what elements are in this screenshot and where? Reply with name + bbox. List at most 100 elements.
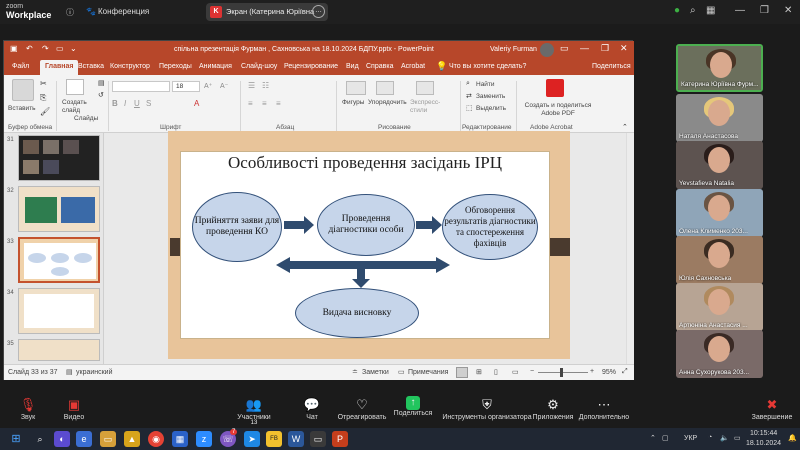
store-icon[interactable]: ▦	[172, 431, 188, 447]
font-family-select[interactable]	[112, 81, 170, 92]
participant-tile[interactable]: Олена Клименко 203...	[676, 189, 763, 237]
tab-review[interactable]: Рецензирование	[284, 63, 338, 70]
notes-button[interactable]: Заметки	[362, 369, 389, 376]
shapes-button[interactable]: Фигуры	[342, 99, 364, 106]
bullets-icon[interactable]: ☰	[248, 81, 255, 90]
zoom-out-icon[interactable]: −	[530, 368, 534, 375]
tab-help[interactable]: Справка	[366, 63, 393, 70]
save-icon[interactable]: ▣	[10, 44, 18, 53]
paste-icon[interactable]	[12, 79, 34, 101]
slide-thumbnail-34[interactable]	[18, 288, 100, 334]
slideshow-icon[interactable]: ▭	[56, 44, 64, 53]
tell-me-search[interactable]: Что вы хотите сделать?	[449, 63, 526, 70]
select-button[interactable]: Выделить	[476, 105, 506, 112]
reset-icon[interactable]: ↺	[98, 91, 104, 99]
share-button[interactable]: Поделиться	[592, 63, 631, 70]
bold-icon[interactable]: B	[112, 99, 118, 108]
grid-icon[interactable]: ▦	[706, 5, 715, 16]
tray-chevron-icon[interactable]: ⌃	[650, 434, 656, 442]
app-icon[interactable]: FB	[266, 431, 282, 447]
copilot-icon[interactable]: ◐	[54, 431, 70, 447]
arrange-button[interactable]: Упорядочить	[368, 99, 407, 106]
strike-icon[interactable]: S	[146, 99, 151, 108]
notifications-icon[interactable]: 🔔	[788, 434, 797, 442]
align-center-icon[interactable]: ≡	[262, 99, 267, 108]
slide-sorter-icon[interactable]: ⊞	[476, 368, 482, 376]
tab-insert[interactable]: Вставка	[78, 63, 104, 70]
more-button[interactable]: ⋯ Дополнительно	[564, 396, 644, 421]
zoom-in-icon[interactable]: +	[590, 368, 594, 375]
participant-tile[interactable]: Наталя Анастасова	[676, 94, 763, 142]
screen-share-indicator[interactable]: K Экран (Катерина Юріївна Фурк …	[206, 3, 328, 21]
volume-icon[interactable]: 🔈	[720, 434, 729, 442]
italic-icon[interactable]: I	[124, 99, 126, 108]
clock-time[interactable]: 10:15:44	[750, 430, 777, 437]
find-button[interactable]: Найти	[476, 81, 495, 88]
vertical-scrollbar[interactable]	[626, 133, 634, 364]
reading-view-icon[interactable]: ▯	[494, 368, 498, 376]
align-right-icon[interactable]: ≡	[276, 99, 281, 108]
redo-icon[interactable]: ↷	[42, 44, 49, 53]
quick-styles-button[interactable]: Экспресс-стили	[410, 99, 444, 115]
zoom-app-icon[interactable]: z	[196, 431, 212, 447]
notes-icon[interactable]: ≐	[352, 368, 358, 376]
powerpoint-icon[interactable]: P	[332, 431, 348, 447]
tab-view[interactable]: Вид	[346, 63, 359, 70]
file-explorer-icon[interactable]: ▭	[100, 431, 116, 447]
new-slide-icon[interactable]	[66, 79, 84, 95]
quick-styles-icon[interactable]	[416, 81, 434, 95]
language-indicator[interactable]: украинский	[76, 369, 113, 376]
collapse-ribbon-icon[interactable]: ⌃	[622, 123, 628, 131]
new-slide-button[interactable]: Создать слайд	[62, 99, 92, 115]
shrink-font-icon[interactable]: A⁻	[220, 82, 228, 90]
user-avatar[interactable]	[540, 43, 554, 57]
cut-icon[interactable]: ✂	[40, 79, 47, 88]
proofing-icon[interactable]: ▤	[66, 368, 73, 376]
close-icon[interactable]: ✕	[620, 43, 628, 54]
tab-home[interactable]: Главная	[40, 60, 79, 75]
format-painter-icon[interactable]: 🖌	[40, 107, 50, 116]
windows-start-icon[interactable]: ⊞	[8, 431, 24, 447]
underline-icon[interactable]: U	[134, 99, 140, 108]
participant-tile[interactable]: Катерина Юріївна Фурм...	[676, 44, 763, 92]
minimize-icon[interactable]: —	[580, 43, 589, 53]
comments-button[interactable]: Примечания	[408, 369, 448, 376]
tab-acrobat[interactable]: Acrobat	[401, 63, 425, 70]
copy-icon[interactable]: ⎘	[40, 93, 46, 103]
word-icon[interactable]: W	[288, 431, 304, 447]
user-name[interactable]: Valeriy Furman	[490, 46, 537, 53]
create-pdf-button[interactable]: Создать и поделиться Adobe PDF	[520, 102, 596, 118]
arrange-icon[interactable]	[376, 81, 394, 95]
conference-label[interactable]: Конференция	[98, 7, 149, 16]
slides-button[interactable]: Слайды	[74, 115, 98, 122]
slide-thumbnail-33[interactable]	[18, 237, 100, 283]
battery-icon[interactable]: ▭	[734, 434, 741, 442]
more-icon[interactable]: …	[312, 5, 325, 18]
minimize-icon[interactable]: —	[735, 5, 745, 16]
qat-dropdown-icon[interactable]: ⌄	[70, 44, 77, 53]
wifi-icon[interactable]: ◔	[708, 434, 712, 441]
paste-button[interactable]: Вставить	[8, 105, 36, 112]
tab-design[interactable]: Конструктор	[110, 63, 150, 70]
acrobat-pdf-icon[interactable]	[546, 79, 564, 97]
close-icon[interactable]: ✕	[784, 5, 792, 16]
font-color-icon[interactable]: A	[194, 99, 199, 108]
replace-button[interactable]: Заменить	[476, 93, 505, 100]
grow-font-icon[interactable]: A⁺	[204, 82, 212, 90]
chrome-icon[interactable]: ◉	[148, 431, 164, 447]
tray-icon[interactable]: ▢	[662, 434, 669, 442]
restore-icon[interactable]: ❐	[601, 43, 609, 54]
tab-file[interactable]: Файл	[12, 63, 29, 70]
edge-icon[interactable]: e	[76, 431, 92, 447]
participant-tile[interactable]: Артюніна Анастасия ...	[676, 283, 763, 331]
end-meeting-button[interactable]: ✖ Завершение	[732, 396, 800, 421]
video-button[interactable]: ▣ Видео	[34, 396, 114, 421]
undo-icon[interactable]: ↶	[26, 44, 33, 53]
tab-slideshow[interactable]: Слайд-шоу	[241, 63, 277, 70]
participant-tile[interactable]: Yevstafieva Natalia	[676, 141, 763, 189]
participant-tile[interactable]: Юлія Сахновська	[676, 236, 763, 284]
participant-tile[interactable]: Анна Сухорукова 203...	[676, 330, 763, 378]
numbering-icon[interactable]: ☷	[262, 81, 269, 90]
info-icon[interactable]: ⓘ	[66, 7, 74, 18]
replace-icon[interactable]: ⇄	[466, 92, 472, 100]
